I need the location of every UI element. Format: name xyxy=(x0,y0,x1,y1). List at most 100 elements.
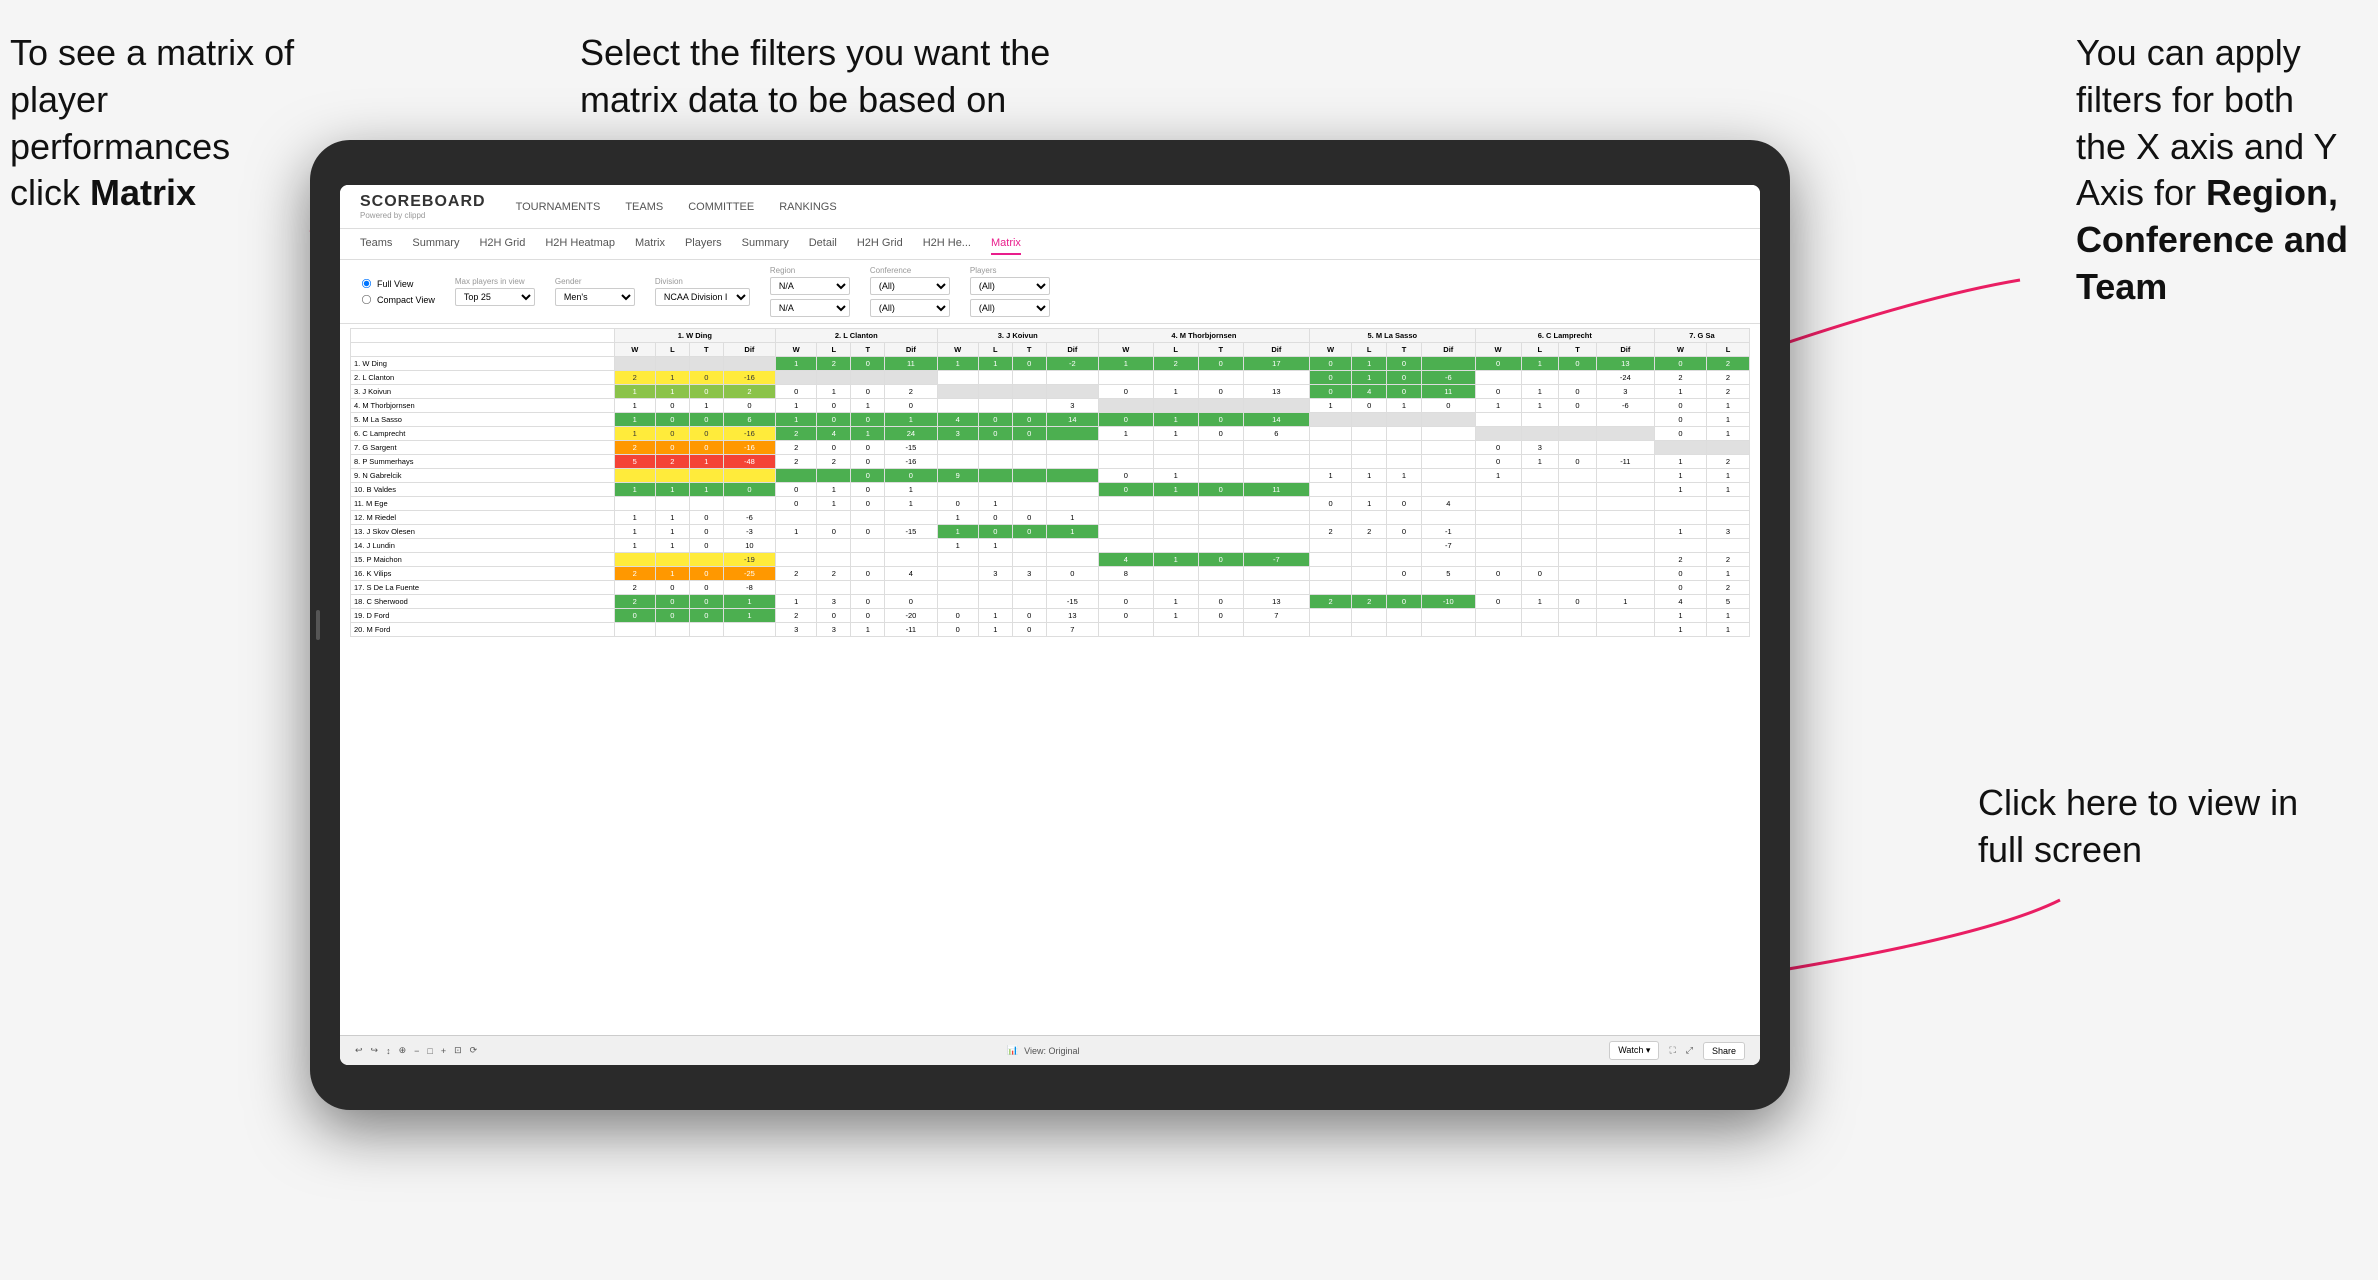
cell xyxy=(1707,539,1750,553)
cell: 1 xyxy=(776,595,817,609)
view-original-label[interactable]: View: Original xyxy=(1024,1046,1079,1056)
redo-icon[interactable]: ↪ xyxy=(371,1045,379,1056)
cell: 4 xyxy=(1352,385,1387,399)
zoom-select[interactable]: □ xyxy=(427,1046,432,1056)
nav-committee[interactable]: COMMITTEE xyxy=(688,197,754,217)
cell xyxy=(1243,399,1309,413)
tab-matrix2[interactable]: Matrix xyxy=(991,233,1021,255)
cell xyxy=(1596,511,1654,525)
fit-icon[interactable]: ⊡ xyxy=(454,1045,462,1056)
nav-rankings[interactable]: RANKINGS xyxy=(779,197,836,217)
fullscreen-icon[interactable]: ⤢ xyxy=(1686,1045,1693,1056)
nav-tournaments[interactable]: TOURNAMENTS xyxy=(516,197,601,217)
cell: 0 xyxy=(689,595,723,609)
conference-select2[interactable]: (All) xyxy=(870,299,950,317)
tab-summary2[interactable]: Summary xyxy=(742,233,789,255)
refresh-icon[interactable]: ⟳ xyxy=(470,1045,478,1056)
cell xyxy=(1153,525,1198,539)
cell: 2 xyxy=(614,595,655,609)
tab-teams[interactable]: Teams xyxy=(360,233,392,255)
matrix-area[interactable]: 1. W Ding 2. L Clanton 3. J Koivun 4. M … xyxy=(340,324,1760,1035)
cell xyxy=(817,581,851,595)
sh-w2: W xyxy=(776,343,817,357)
cell xyxy=(1012,483,1046,497)
tab-summary[interactable]: Summary xyxy=(412,233,459,255)
cell xyxy=(1596,441,1654,455)
cell: 2 xyxy=(1707,357,1750,371)
cell xyxy=(1153,399,1198,413)
cell: 1 xyxy=(1707,609,1750,623)
tools-icon[interactable]: ⊕ xyxy=(399,1045,407,1056)
watch-button[interactable]: Watch ▾ xyxy=(1609,1041,1659,1060)
tab-h2hhe[interactable]: H2H He... xyxy=(923,233,971,255)
plus-icon[interactable]: + xyxy=(441,1046,446,1056)
cell: 2 xyxy=(614,581,655,595)
full-view-radio[interactable] xyxy=(362,279,371,288)
cell xyxy=(937,371,978,385)
cell: 0 xyxy=(1098,483,1153,497)
cell: 1 xyxy=(1153,553,1198,567)
cell xyxy=(937,581,978,595)
cell xyxy=(1559,567,1597,581)
cell: 1 xyxy=(1098,427,1153,441)
expand-icon[interactable]: ⛶ xyxy=(1669,1045,1675,1056)
gender-select[interactable]: Men's xyxy=(555,288,635,306)
cell: 0 xyxy=(689,511,723,525)
cell: 0 xyxy=(1098,413,1153,427)
nav-teams[interactable]: TEAMS xyxy=(625,197,663,217)
region-select[interactable]: N/A xyxy=(770,277,850,295)
cell xyxy=(937,441,978,455)
cell xyxy=(817,469,851,483)
table-row: 7. G Sargent 200-16 200-15 03 xyxy=(351,441,1750,455)
cell xyxy=(978,385,1012,399)
full-view-option[interactable]: Full View xyxy=(360,277,435,290)
cell xyxy=(1012,385,1046,399)
cell: -15 xyxy=(885,441,937,455)
tab-h2h-heatmap[interactable]: H2H Heatmap xyxy=(545,233,615,255)
player-name-4: 4. M Thorbjornsen xyxy=(351,399,615,413)
cell: 3 xyxy=(1707,525,1750,539)
tab-players[interactable]: Players xyxy=(685,233,722,255)
cell: 2 xyxy=(776,567,817,581)
cursor-icon[interactable]: ↕ xyxy=(386,1046,391,1056)
cell xyxy=(1559,497,1597,511)
compact-view-radio[interactable] xyxy=(362,295,371,304)
minus-icon[interactable]: − xyxy=(414,1046,419,1056)
cell xyxy=(1012,553,1046,567)
compact-view-option[interactable]: Compact View xyxy=(360,293,435,306)
cell: 0 xyxy=(1198,413,1243,427)
region-select2[interactable]: N/A xyxy=(770,299,850,317)
cell xyxy=(1521,497,1559,511)
players-select2[interactable]: (All) xyxy=(970,299,1050,317)
cell xyxy=(1198,567,1243,581)
cell xyxy=(1198,539,1243,553)
cell xyxy=(1421,609,1475,623)
cell xyxy=(1046,385,1098,399)
cell xyxy=(1387,511,1422,525)
cell xyxy=(817,539,851,553)
cell xyxy=(655,553,689,567)
player-name-13: 13. J Skov Olesen xyxy=(351,525,615,539)
max-players-select[interactable]: Top 25 xyxy=(455,288,535,306)
tab-h2h-grid[interactable]: H2H Grid xyxy=(479,233,525,255)
players-select[interactable]: (All) xyxy=(970,277,1050,295)
share-button[interactable]: Share xyxy=(1703,1042,1745,1060)
conference-select[interactable]: (All) xyxy=(870,277,950,295)
cell: 0 xyxy=(1198,609,1243,623)
tab-h2h-grid2[interactable]: H2H Grid xyxy=(857,233,903,255)
cell xyxy=(1596,567,1654,581)
cell: 0 xyxy=(1654,581,1706,595)
cell xyxy=(1475,483,1521,497)
cell xyxy=(1352,455,1387,469)
tab-detail[interactable]: Detail xyxy=(809,233,837,255)
cell: 2 xyxy=(1707,581,1750,595)
undo-icon[interactable]: ↩ xyxy=(355,1045,363,1056)
tab-matrix[interactable]: Matrix xyxy=(635,233,665,255)
toolbar-right: Watch ▾ ⛶ ⤢ Share xyxy=(1609,1041,1745,1060)
division-select[interactable]: NCAA Division I xyxy=(655,288,750,306)
sh-w6: W xyxy=(1475,343,1521,357)
cell xyxy=(1098,455,1153,469)
cell xyxy=(1654,539,1706,553)
cell xyxy=(1046,483,1098,497)
cell: 5 xyxy=(1421,567,1475,581)
